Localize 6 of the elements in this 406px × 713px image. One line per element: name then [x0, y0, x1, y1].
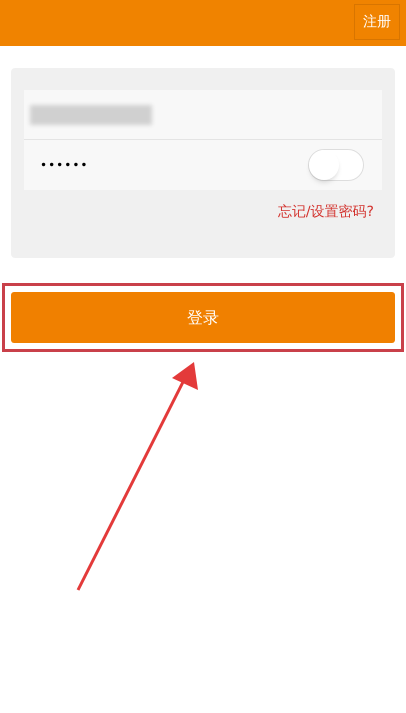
- register-button[interactable]: 注册: [354, 4, 400, 40]
- login-button[interactable]: 登录: [11, 292, 395, 343]
- password-field[interactable]: ••••••: [40, 156, 88, 174]
- forgot-password-link[interactable]: 忘记/设置密码?: [278, 202, 374, 223]
- show-password-toggle[interactable]: [308, 149, 364, 181]
- username-field[interactable]: [24, 90, 382, 140]
